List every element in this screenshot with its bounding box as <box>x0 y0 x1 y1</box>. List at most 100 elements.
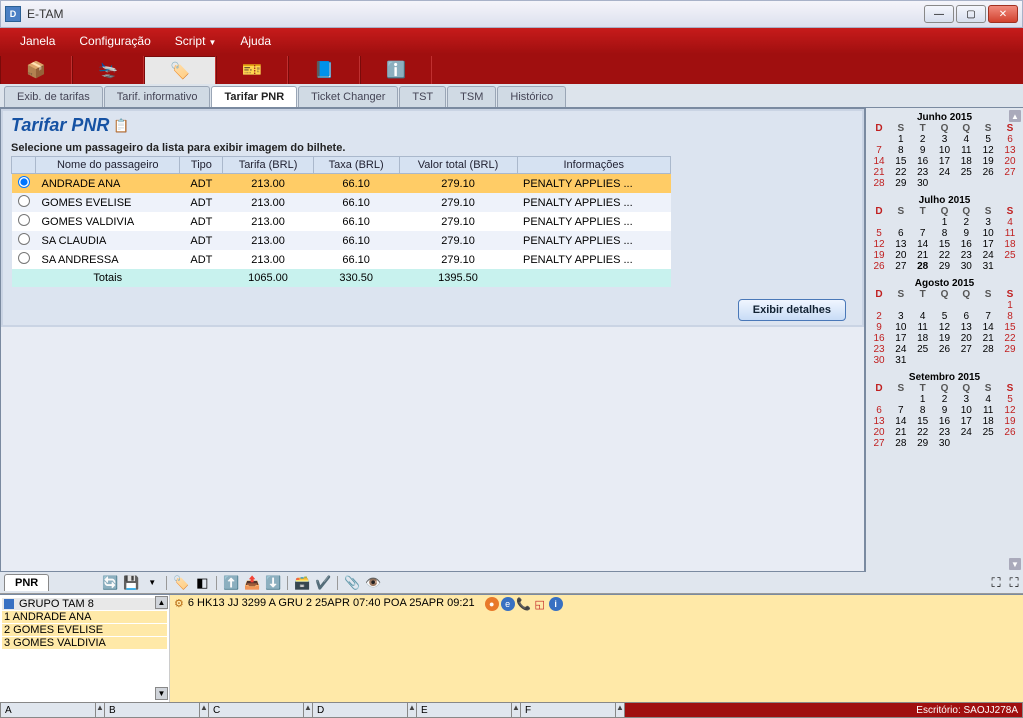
calendar-day[interactable]: 10 <box>935 145 953 156</box>
toolbar-btn-5[interactable]: 📘 <box>288 56 360 84</box>
calendar-day[interactable]: 2 <box>935 394 953 405</box>
calendar-day[interactable]: 27 <box>957 344 975 355</box>
calendar-day[interactable]: 4 <box>1001 217 1019 228</box>
calendar-day[interactable]: 7 <box>914 228 932 239</box>
calendar-day[interactable]: 31 <box>892 355 910 366</box>
tab-exib-tarifas[interactable]: Exib. de tarifas <box>4 86 103 107</box>
calendar-day[interactable]: 24 <box>979 250 997 261</box>
calendar-day[interactable]: 5 <box>979 134 997 145</box>
calendar-day[interactable]: 23 <box>957 250 975 261</box>
status-field-d[interactable]: D <box>312 702 408 718</box>
calendar-day[interactable]: 15 <box>1001 322 1019 333</box>
tab-tst[interactable]: TST <box>399 86 446 107</box>
calendar-day[interactable]: 6 <box>892 228 910 239</box>
calendar-day[interactable]: 26 <box>870 261 888 272</box>
calendar-day[interactable]: 9 <box>957 228 975 239</box>
tab-ticket-changer[interactable]: Ticket Changer <box>298 86 398 107</box>
calendar-day[interactable]: 22 <box>914 427 932 438</box>
calendar-day[interactable]: 19 <box>935 333 953 344</box>
calendar-day[interactable]: 23 <box>935 427 953 438</box>
calendar-scroll-down[interactable]: ▼ <box>1009 558 1021 570</box>
calendar-day[interactable]: 6 <box>957 311 975 322</box>
calendar-day[interactable]: 4 <box>957 134 975 145</box>
calendar-day[interactable]: 3 <box>892 311 910 322</box>
calendar-day[interactable]: 7 <box>979 311 997 322</box>
calendar-day[interactable]: 26 <box>935 344 953 355</box>
toolbar-btn-3[interactable]: 🏷️ <box>144 56 216 84</box>
calendar-day[interactable]: 12 <box>870 239 888 250</box>
calendar-day[interactable]: 3 <box>957 394 975 405</box>
tab-historico[interactable]: Histórico <box>497 86 566 107</box>
calendar-day[interactable]: 27 <box>892 261 910 272</box>
toolbar-btn-4[interactable]: 🎫 <box>216 56 288 84</box>
tb-caret-icon[interactable]: ▼ <box>143 574 161 592</box>
calendar-day[interactable]: 27 <box>1001 167 1019 178</box>
calendar-day[interactable]: 20 <box>870 427 888 438</box>
calendar-day[interactable]: 25 <box>1001 250 1019 261</box>
status-field-f[interactable]: F <box>520 702 616 718</box>
calendar-day[interactable]: 2 <box>914 134 932 145</box>
calendar-day[interactable]: 14 <box>914 239 932 250</box>
calendar-day[interactable]: 18 <box>979 416 997 427</box>
tb-clip-icon[interactable]: 📎 <box>343 574 361 592</box>
pnr-tab[interactable]: PNR <box>4 574 49 591</box>
calendar-day[interactable]: 28 <box>979 344 997 355</box>
calendar-day[interactable]: 7 <box>892 405 910 416</box>
calendar-day[interactable]: 4 <box>979 394 997 405</box>
pax-scroll-down[interactable]: ▼ <box>155 687 168 700</box>
copy-icon[interactable]: 📋 <box>113 118 129 134</box>
calendar-day[interactable]: 28 <box>892 438 910 449</box>
calendar-day[interactable]: 11 <box>957 145 975 156</box>
calendar-day[interactable]: 10 <box>957 405 975 416</box>
status-field-e[interactable]: E <box>416 702 512 718</box>
calendar-day[interactable]: 22 <box>892 167 910 178</box>
calendar-day[interactable]: 17 <box>979 239 997 250</box>
calendar-day[interactable]: 18 <box>957 156 975 167</box>
calendar-day[interactable]: 25 <box>914 344 932 355</box>
calendar-day[interactable]: 22 <box>935 250 953 261</box>
tb-view-icon[interactable]: 👁️ <box>364 574 382 592</box>
calendar-day[interactable]: 13 <box>957 322 975 333</box>
calendar-day[interactable]: 30 <box>957 261 975 272</box>
toolbar-btn-6[interactable]: ℹ️ <box>360 56 432 84</box>
calendar-day[interactable]: 21 <box>914 250 932 261</box>
tab-tsm[interactable]: TSM <box>447 86 496 107</box>
table-row[interactable]: ANDRADE ANA ADT 213.00 66.10 279.10 PENA… <box>12 174 671 194</box>
calendar-day[interactable]: 12 <box>979 145 997 156</box>
calendar-day[interactable]: 8 <box>1001 311 1019 322</box>
calendar-day[interactable]: 4 <box>914 311 932 322</box>
pax-line[interactable]: 3 GOMES VALDIVIA <box>2 637 167 649</box>
maximize-button[interactable]: ▢ <box>956 5 986 23</box>
menu-janela[interactable]: Janela <box>8 34 67 48</box>
calendar-day[interactable]: 5 <box>935 311 953 322</box>
seg-seat-icon[interactable]: ◱ <box>533 597 547 611</box>
calendar-day[interactable]: 19 <box>870 250 888 261</box>
calendar-day[interactable]: 17 <box>892 333 910 344</box>
toolbar-btn-2[interactable]: 🛬 <box>72 56 144 84</box>
tab-tarifar-pnr[interactable]: Tarifar PNR <box>211 86 297 107</box>
calendar-day[interactable]: 18 <box>914 333 932 344</box>
calendar-day[interactable]: 2 <box>870 311 888 322</box>
calendar-day[interactable]: 29 <box>892 178 910 189</box>
tb-tag-icon[interactable]: 🏷️ <box>172 574 190 592</box>
calendar-day[interactable]: 10 <box>979 228 997 239</box>
tb-db-icon[interactable]: 🗃️ <box>293 574 311 592</box>
seg-info-icon[interactable]: i <box>549 597 563 611</box>
table-row[interactable]: GOMES VALDIVIA ADT 213.00 66.10 279.10 P… <box>12 212 671 231</box>
calendar-day[interactable]: 24 <box>957 427 975 438</box>
calendar-day[interactable]: 11 <box>1001 228 1019 239</box>
calendar-day[interactable]: 21 <box>892 427 910 438</box>
calendar-day[interactable]: 1 <box>892 134 910 145</box>
calendar-day[interactable]: 12 <box>935 322 953 333</box>
tb-send-icon[interactable]: 📤 <box>243 574 261 592</box>
calendar-day[interactable]: 24 <box>892 344 910 355</box>
tb-up-icon[interactable]: ⬆️ <box>222 574 240 592</box>
calendar-day[interactable]: 14 <box>892 416 910 427</box>
calendar-day[interactable]: 23 <box>870 344 888 355</box>
calendar-day[interactable]: 9 <box>914 145 932 156</box>
seg-phone-icon[interactable]: 📞 <box>517 597 531 611</box>
calendar-day[interactable]: 20 <box>1001 156 1019 167</box>
calendar-day[interactable]: 23 <box>914 167 932 178</box>
tb-refresh-icon[interactable]: 🔄 <box>101 574 119 592</box>
table-row[interactable]: SA ANDRESSA ADT 213.00 66.10 279.10 PENA… <box>12 250 671 269</box>
